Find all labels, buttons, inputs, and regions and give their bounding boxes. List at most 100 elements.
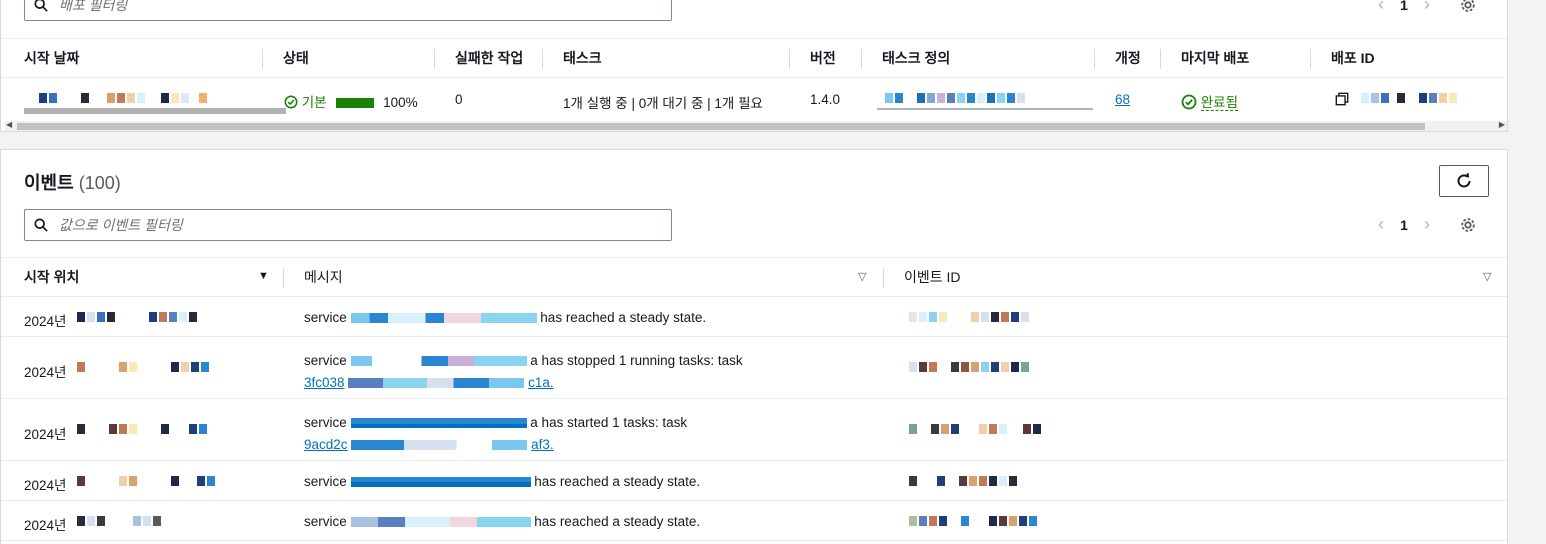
task-id-link-end[interactable]: c1a. [528,375,554,390]
redacted-service-name [350,418,527,429]
page-number[interactable]: 1 [1393,0,1415,13]
redacted-task-id[interactable] [348,378,525,389]
check-circle-icon [1181,94,1197,110]
column-divider[interactable] [434,49,435,69]
events-title: 이벤트 [24,173,74,193]
redacted-date [77,421,209,434]
message-suffix: a has started 1 tasks: task [530,415,688,430]
search-icon [34,218,48,232]
events-count: (100) [78,173,121,193]
version-value: 1.4.0 [810,92,841,107]
horizontal-scrollbar[interactable]: ◀ ▶ [5,120,1507,131]
col-start-position[interactable]: 시작 위치 [24,258,79,296]
col-last-deploy[interactable]: 마지막 배포 [1181,39,1249,77]
col-message[interactable]: 메시지 [304,258,343,296]
col-status[interactable]: 상태 [283,39,309,77]
events-filter-input[interactable]: 값으로 이벤트 필터링 [24,209,672,241]
progress-percent: 100% [383,95,418,110]
redacted-date [77,513,163,526]
event-row: 2024년 service a has stopped 1 running ta… [1,337,1507,399]
message-prefix: service [304,474,347,489]
refresh-icon [1457,173,1471,188]
task-id-link[interactable]: 9acd2c [304,437,348,452]
deployment-id-cell [1335,92,1349,107]
event-message: service has reached a steady state. [304,514,700,529]
failed-tasks-value: 0 [455,92,463,107]
event-message: service has reached a steady state. [304,310,706,325]
task-id-link[interactable]: 3fc038 [304,375,345,390]
sort-desc-icon[interactable]: ▼ [258,270,269,282]
page-number[interactable]: 1 [1393,217,1415,233]
events-panel: 이벤트 (100) 값으로 이벤트 필터링 ‹ 1 › 시작 위치 ▼ 메시지 … [0,149,1508,544]
copy-icon[interactable] [1335,92,1349,106]
revision-link[interactable]: 68 [1115,92,1130,107]
scroll-right-icon[interactable]: ▶ [1499,120,1505,129]
last-deploy-text: 완료됨 [1200,95,1239,111]
prev-page-icon[interactable]: ‹ [1369,0,1393,15]
col-revision[interactable]: 개정 [1115,39,1141,77]
event-row: 2024년 service has reached a steady state… [1,297,1507,337]
column-divider[interactable] [861,49,862,69]
event-date: 2024년 [24,427,67,442]
message-prefix: service [304,415,347,430]
deployments-table-header: 시작 날짜 상태 실패한 작업 태스크 버전 태스크 정의 개정 마지막 배포 … [1,38,1507,78]
progress-bar [336,98,375,109]
sort-icon[interactable]: ▽ [858,270,866,283]
task-id-link-end[interactable]: af3. [531,437,554,452]
column-divider[interactable] [262,49,263,69]
events-heading: 이벤트 (100) [24,169,121,195]
column-divider[interactable] [1094,49,1095,69]
status-text: 기본 [301,95,327,110]
prev-page-icon[interactable]: ‹ [1369,214,1393,235]
column-divider[interactable] [789,49,790,69]
page-margin [1510,0,1546,544]
scrollbar-thumb[interactable] [17,123,1425,130]
deployments-filter-placeholder: 배포 필터링 [59,0,128,13]
message-prefix: service [304,353,347,368]
redacted-event-id [909,473,1019,486]
col-event-id[interactable]: 이벤트 ID [904,258,961,296]
gear-icon[interactable] [1459,0,1477,14]
event-message: service has reached a steady state. [304,474,700,489]
col-deployment-id[interactable]: 배포 ID [1331,39,1375,77]
deployment-row: 기본 100% 0 1개 실행 중 | 0개 대기 중 | 1개 필요 1.4.… [1,78,1507,120]
column-divider[interactable] [1160,49,1161,69]
col-failed-tasks[interactable]: 실패한 작업 [455,39,523,77]
events-filter-placeholder: 값으로 이벤트 필터링 [59,217,183,233]
next-page-icon[interactable]: › [1415,214,1439,235]
column-divider[interactable] [883,268,884,288]
search-icon [34,0,48,12]
column-divider[interactable] [283,268,284,288]
deployment-status: 기본 100% [284,91,418,111]
col-tasks[interactable]: 태스크 [563,39,602,77]
message-suffix: has reached a steady state. [540,310,707,325]
column-divider[interactable] [542,49,543,69]
redacted-task-definition[interactable] [885,90,1027,103]
event-date: 2024년 [24,518,67,533]
tasks-value: 1개 실행 중 | 0개 대기 중 | 1개 필요 [563,96,763,111]
col-task-definition[interactable]: 태스크 정의 [882,39,950,77]
sort-icon[interactable]: ▽ [1483,270,1491,283]
redacted-date [77,359,211,372]
redacted-date [77,309,199,322]
event-row: 2024년 service a has started 1 tasks: tas… [1,399,1507,461]
scroll-left-icon[interactable]: ◀ [6,120,12,129]
event-row: 2024년 service has reached a steady state… [1,501,1507,541]
column-divider[interactable] [1310,49,1311,69]
col-version[interactable]: 버전 [810,39,836,77]
event-date: 2024년 [24,314,67,329]
last-deploy-status[interactable]: 완료됨 [1181,91,1239,111]
deployments-filter-input[interactable]: 배포 필터링 [24,0,672,21]
redacted-service-name [350,356,527,367]
redacted-task-id[interactable] [351,440,528,451]
message-suffix: a has stopped 1 running tasks: task [530,353,743,368]
gear-icon[interactable] [1459,216,1477,234]
check-circle-icon [284,95,298,109]
event-message: service a has stopped 1 running tasks: t… [304,350,743,394]
refresh-button[interactable] [1439,165,1489,197]
deployments-pagination: ‹ 1 › [1369,0,1477,15]
task-definition-link-underline [877,108,1093,110]
col-start-date[interactable]: 시작 날짜 [24,39,79,77]
event-row: 2024년 service has reached a steady state… [1,461,1507,501]
next-page-icon[interactable]: › [1415,0,1439,15]
